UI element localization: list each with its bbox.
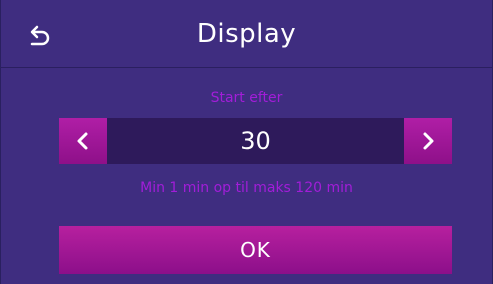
increment-button[interactable] — [404, 118, 452, 164]
start-after-label: Start efter — [210, 90, 283, 106]
ok-button[interactable]: OK — [59, 226, 452, 274]
start-after-stepper: 30 — [59, 118, 452, 164]
chevron-right-icon — [423, 132, 434, 150]
display-settings-screen: Display Start efter 30 Min 1 min op til … — [0, 0, 493, 284]
page-title: Display — [196, 19, 297, 49]
start-after-value: 30 — [240, 127, 271, 155]
chevron-left-icon — [77, 132, 88, 150]
title-bar: Display — [1, 0, 492, 68]
range-hint: Min 1 min op til maks 120 min — [140, 180, 353, 196]
decrement-button[interactable] — [59, 118, 107, 164]
